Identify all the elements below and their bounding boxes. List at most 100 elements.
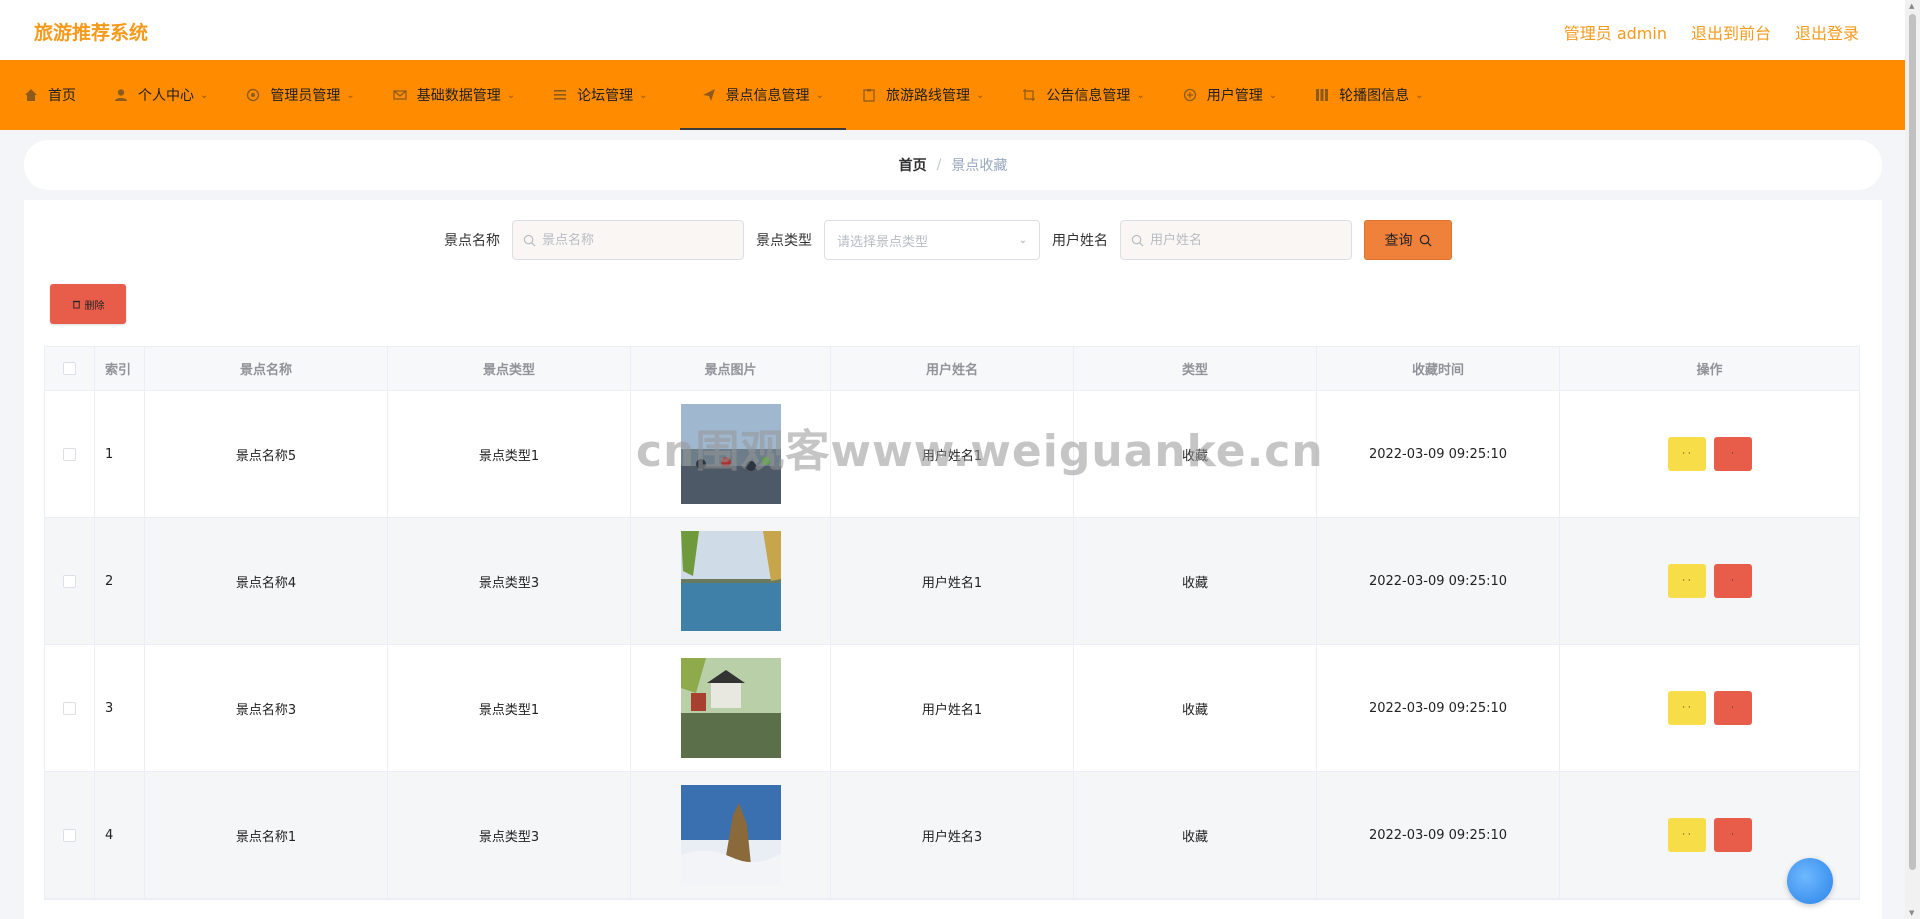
column-header-spot-type: 景点类型 (388, 347, 631, 390)
nav-item-profile[interactable]: 个人中心 ⌄ (114, 60, 230, 130)
trash-icon (72, 300, 80, 309)
nav-item-home[interactable]: 首页 (24, 60, 98, 130)
row-checkbox[interactable] (63, 701, 76, 715)
delete-button[interactable]: · (1713, 564, 1752, 598)
scroll-up-arrow-icon[interactable]: ▲ (1909, 2, 1914, 10)
nav-item-scenic-spots[interactable]: 景点信息管理 ⌄ (679, 60, 847, 130)
delete-button[interactable]: · (1713, 437, 1752, 471)
nav-item-label: 论坛管理 (577, 88, 634, 104)
chevron-down-icon: ⌄ (815, 89, 824, 101)
row-image-cell (631, 518, 831, 644)
nav-item-label: 公告信息管理 (1046, 88, 1131, 104)
breadcrumb: 首页 / 景点收藏 (24, 140, 1882, 190)
row-checkbox[interactable] (63, 828, 76, 842)
column-header-spot-image: 景点图片 (631, 347, 831, 390)
column-header-user-name: 用户姓名 (831, 347, 1074, 390)
spot-name-field[interactable] (512, 220, 744, 260)
select-all-checkbox[interactable] (63, 362, 76, 375)
query-button[interactable]: 查询 (1364, 220, 1452, 260)
row-user-name: 用户姓名3 (831, 772, 1074, 898)
edit-button[interactable]: · · (1667, 564, 1706, 598)
row-kind: 收藏 (1074, 772, 1317, 898)
spot-name-label: 景点名称 (444, 233, 500, 249)
row-actions: · · · (1560, 518, 1859, 644)
edit-button[interactable]: · · (1667, 437, 1706, 471)
admin-icon (247, 88, 260, 102)
spot-type-select[interactable]: 请选择景点类型 ⌄ (824, 220, 1040, 260)
scroll-down-arrow-icon[interactable]: ▼ (1909, 909, 1914, 917)
scenic-photo (680, 785, 781, 885)
watermark: cn围观客www.weiguanke.cn (636, 426, 1324, 477)
list-icon (554, 90, 567, 100)
edit-button[interactable]: · · (1667, 818, 1706, 852)
row-favorite-time: 2022-03-09 09:25:10 (1317, 391, 1560, 517)
row-favorite-time: 2022-03-09 09:25:10 (1317, 772, 1560, 898)
nav-item-label: 基础数据管理 (416, 88, 501, 104)
user-name-input[interactable] (1150, 232, 1340, 248)
row-spot-type: 景点类型3 (388, 772, 631, 898)
column-header-favorite-time: 收藏时间 (1317, 347, 1560, 390)
delete-button[interactable]: · (1713, 818, 1752, 852)
row-index: 1 (95, 391, 145, 517)
breadcrumb-current: 景点收藏 (951, 158, 1008, 174)
table-header-row: 索引 景点名称 景点类型 景点图片 用户姓名 类型 收藏时间 操作 (45, 347, 1859, 391)
floating-action-button[interactable] (1787, 858, 1833, 904)
row-select-cell (45, 645, 95, 771)
breadcrumb-home[interactable]: 首页 (899, 155, 927, 175)
logout-link[interactable]: 退出登录 (1795, 20, 1859, 44)
clipboard-icon (863, 89, 875, 102)
nav-item-routes[interactable]: 旅游路线管理 ⌄ (862, 60, 1006, 130)
delete-button[interactable]: · (1713, 691, 1752, 725)
row-image-cell (631, 772, 831, 898)
user-name-field[interactable] (1120, 220, 1352, 260)
column-header-actions: 操作 (1696, 363, 1723, 378)
row-actions: · · · (1560, 645, 1859, 771)
nav-item-basic-data[interactable]: 基础数据管理 ⌄ (393, 60, 537, 130)
back-to-frontend-link[interactable]: 退出到前台 (1691, 20, 1771, 44)
nav-item-label: 个人中心 (138, 88, 194, 104)
row-select-cell (45, 518, 95, 644)
admin-user-link[interactable]: 管理员 admin (1564, 20, 1667, 44)
row-checkbox[interactable] (63, 574, 76, 588)
query-button-label: 查询 (1384, 233, 1413, 249)
batch-delete-button[interactable]: 删除 (50, 284, 126, 324)
row-checkbox[interactable] (63, 447, 76, 461)
row-spot-type: 景点类型3 (388, 518, 631, 644)
row-spot-type: 景点类型1 (388, 645, 631, 771)
nav-item-carousel[interactable]: 轮播图信息 ⌄ (1315, 60, 1445, 130)
row-spot-type: 景点类型1 (388, 391, 631, 517)
row-spot-name: 景点名称4 (145, 518, 388, 644)
row-user-name: 用户姓名1 (831, 645, 1074, 771)
select-all-cell (45, 347, 95, 390)
page-scrollbar[interactable]: ▲ ▼ (1905, 0, 1920, 919)
row-favorite-time: 2022-03-09 09:25:10 (1317, 518, 1560, 644)
row-actions: · · · (1560, 391, 1859, 517)
nav-item-label: 用户管理 (1206, 88, 1263, 104)
nav-item-admin[interactable]: 管理员管理 ⌄ (246, 60, 376, 130)
row-kind: 收藏 (1074, 645, 1317, 771)
row-image-cell (631, 645, 831, 771)
spot-name-input[interactable] (542, 232, 732, 248)
crop-icon (1023, 89, 1036, 101)
user-name-label: 用户姓名 (1052, 233, 1108, 249)
edit-button[interactable]: · · (1667, 691, 1706, 725)
user-icon (115, 89, 127, 101)
scenic-photo (680, 658, 781, 758)
table-row: 3 景点名称3 景点类型1 用户姓名1 收藏 2022-03-09 09:25:… (45, 645, 1859, 772)
search-icon (523, 234, 536, 246)
users-icon (1183, 88, 1196, 102)
nav-item-label: 轮播图信息 (1339, 88, 1410, 104)
chevron-down-icon: ⌄ (975, 89, 985, 101)
home-icon (25, 89, 37, 101)
chevron-down-icon: ⌄ (200, 89, 209, 101)
nav-item-users[interactable]: 用户管理 ⌄ (1183, 60, 1299, 130)
row-favorite-time: 2022-03-09 09:25:10 (1317, 645, 1560, 771)
scrollbar-thumb[interactable] (1909, 14, 1916, 870)
row-index: 2 (95, 518, 145, 644)
chevron-down-icon: ⌄ (346, 89, 355, 101)
nav-item-notices[interactable]: 公告信息管理 ⌄ (1022, 60, 1166, 130)
top-header: 旅游推荐系统 管理员 admin 退出到前台 退出登录 (0, 0, 1905, 60)
nav-item-label: 旅游路线管理 (885, 88, 970, 104)
nav-item-forum[interactable]: 论坛管理 ⌄ (553, 60, 669, 130)
row-user-name: 用户姓名1 (831, 518, 1074, 644)
